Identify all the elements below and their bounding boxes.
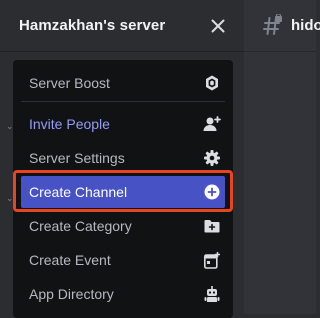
menu-item-label: Server Boost — [29, 75, 110, 91]
channel-header: hido — [244, 0, 320, 52]
gear-icon — [203, 149, 221, 167]
menu-separator — [21, 101, 225, 102]
menu-item-app-directory[interactable]: App Directory — [21, 278, 225, 310]
menu-item-label: App Directory — [29, 286, 114, 302]
menu-item-server-settings[interactable]: Server Settings — [21, 142, 225, 174]
boost-gem-icon — [203, 74, 221, 92]
add-person-icon — [203, 115, 221, 133]
menu-item-label: Invite People — [29, 116, 110, 132]
robot-icon — [203, 285, 221, 303]
menu-item-server-boost[interactable]: Server Boost — [21, 67, 225, 99]
close-icon — [211, 19, 225, 33]
menu-item-create-channel[interactable]: Create Channel — [21, 176, 225, 208]
menu-item-label: Server Settings — [29, 150, 125, 166]
hashtag-lock-icon — [263, 14, 282, 35]
server-header[interactable]: Hamzakhan's server — [0, 0, 244, 52]
menu-item-label: Create Channel — [29, 184, 128, 200]
channel-name[interactable]: hido — [291, 17, 320, 34]
menu-item-create-category[interactable]: Create Category — [21, 210, 225, 242]
menu-item-label: Create Event — [29, 252, 111, 268]
folder-plus-icon — [203, 217, 221, 235]
calendar-plus-icon — [203, 251, 221, 269]
plus-circle-icon — [203, 183, 221, 201]
menu-item-create-event[interactable]: Create Event — [21, 244, 225, 276]
menu-item-invite-people[interactable]: Invite People — [21, 108, 225, 140]
close-menu-button[interactable] — [206, 14, 230, 38]
server-dropdown-menu: Server Boost Invite People Server Settin… — [13, 60, 233, 318]
server-name[interactable]: Hamzakhan's server — [19, 17, 165, 34]
menu-item-label: Create Category — [29, 218, 132, 234]
